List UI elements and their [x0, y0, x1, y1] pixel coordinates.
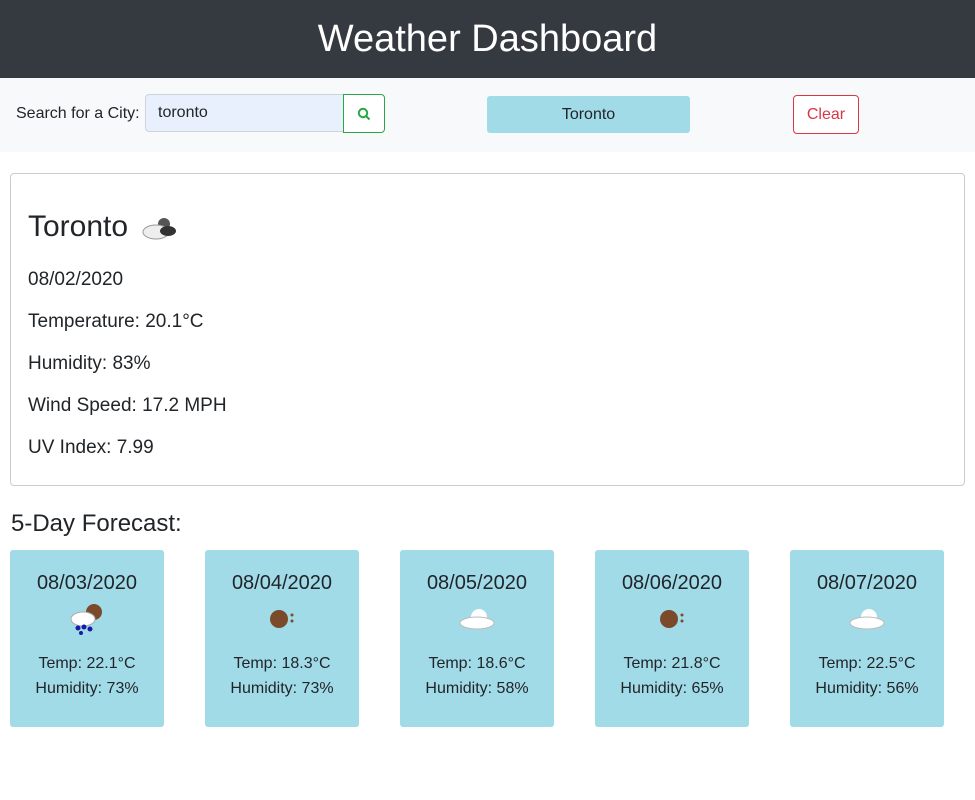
- forecast-date: 08/04/2020: [231, 572, 333, 594]
- forecast-card: 08/06/2020 Temp: 21.8°C Humidity: 65%: [595, 550, 749, 727]
- rain-icon: [70, 604, 102, 635]
- search-icon: [357, 107, 371, 120]
- history-item-toronto[interactable]: Toronto: [487, 96, 690, 133]
- forecast-humidity: Humidity: 65%: [620, 680, 724, 697]
- search-button[interactable]: [343, 94, 385, 133]
- app-header: Weather Dashboard: [0, 0, 975, 78]
- search-bar: Search for a City: Toronto Clear: [0, 78, 975, 152]
- forecast-temp: Temp: 22.1°C: [38, 655, 136, 672]
- current-uv: UV Index: 7.99: [28, 437, 154, 458]
- forecast-card: 08/04/2020 Temp: 18.3°C Humidity: 73%: [205, 550, 359, 727]
- forecast-card: 08/03/2020 Temp: 22.1°C Humidity: 73%: [10, 550, 164, 727]
- forecast-heading: 5-Day Forecast:: [11, 510, 182, 537]
- current-date: 08/02/2020: [28, 269, 124, 290]
- clear-icon: [660, 610, 684, 628]
- cloudy-icon: [142, 218, 177, 240]
- current-wind: Wind Speed: 17.2 MPH: [28, 395, 227, 416]
- cloud-icon: [459, 609, 495, 630]
- forecast-date: 08/03/2020: [36, 572, 138, 594]
- forecast-temp: Temp: 22.5°C: [818, 655, 916, 672]
- forecast-temp: Temp: 18.6°C: [428, 655, 526, 672]
- forecast-humidity: Humidity: 73%: [230, 680, 334, 697]
- clear-button[interactable]: Clear: [793, 95, 859, 134]
- forecast-humidity: Humidity: 58%: [425, 680, 529, 697]
- current-city: Toronto: [28, 210, 129, 243]
- page-title: Weather Dashboard: [317, 18, 658, 60]
- forecast-card: 08/05/2020 Temp: 18.6°C Humidity: 58%: [400, 550, 554, 727]
- current-weather-card: Toronto 08/02/2020 Temperature: 20.1°C H…: [10, 173, 965, 486]
- forecast-date: 08/05/2020: [426, 572, 528, 594]
- current-temperature: Temperature: 20.1°C: [28, 311, 204, 332]
- forecast-humidity: Humidity: 73%: [35, 680, 139, 697]
- forecast-card: 08/07/2020 Temp: 22.5°C Humidity: 56%: [790, 550, 944, 727]
- forecast-humidity: Humidity: 56%: [815, 680, 919, 697]
- city-search-input[interactable]: [145, 94, 344, 132]
- search-label: Search for a City:: [16, 105, 140, 122]
- forecast-date: 08/07/2020: [816, 572, 918, 594]
- forecast-temp: Temp: 18.3°C: [233, 655, 331, 672]
- forecast-temp: Temp: 21.8°C: [623, 655, 721, 672]
- cloud-icon: [849, 609, 885, 630]
- current-humidity: Humidity: 83%: [28, 353, 151, 374]
- clear-icon: [270, 610, 294, 628]
- forecast-date: 08/06/2020: [621, 572, 723, 594]
